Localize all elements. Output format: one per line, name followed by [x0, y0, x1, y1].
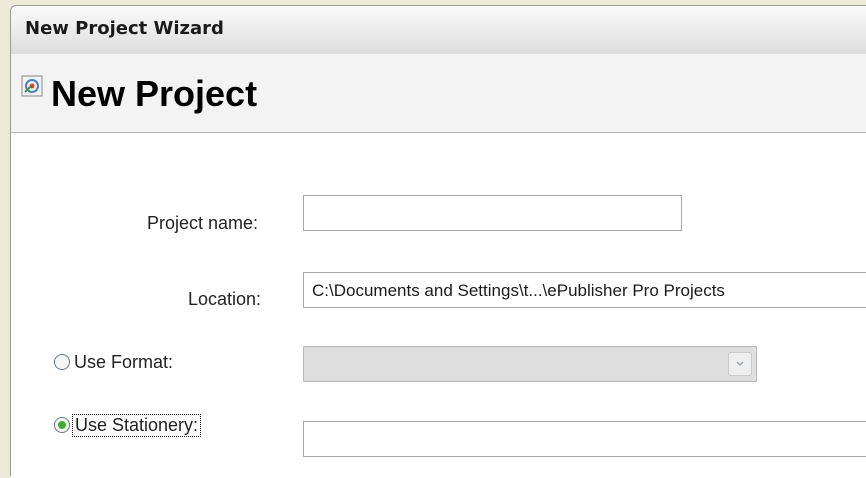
radio-selected-dot [58, 421, 66, 429]
wizard-window: New Project Wizard New Project Project n… [10, 5, 866, 478]
chevron-down-icon [736, 361, 744, 367]
page-title: New Project [51, 73, 258, 114]
wizard-header: New Project [11, 54, 866, 133]
use-stationery-label[interactable]: Use Stationery: [72, 414, 202, 437]
project-name-label: Project name: [147, 213, 259, 233]
location-label: Location: [188, 289, 262, 309]
use-format-radio[interactable] [54, 354, 70, 370]
wizard-icon [21, 75, 43, 97]
location-input[interactable]: C:\Documents and Settings\t...\ePublishe… [303, 272, 866, 308]
form-area: Project name: Location: C:\Documents and… [11, 133, 866, 478]
stationery-input[interactable] [303, 421, 866, 457]
project-name-input[interactable] [303, 195, 682, 231]
title-bar[interactable]: New Project Wizard [11, 6, 866, 55]
window-title: New Project Wizard [25, 18, 224, 39]
use-format-label[interactable]: Use Format: [74, 352, 173, 373]
format-select [303, 346, 757, 382]
format-dropdown-button [728, 352, 752, 376]
use-stationery-radio[interactable] [54, 417, 70, 433]
